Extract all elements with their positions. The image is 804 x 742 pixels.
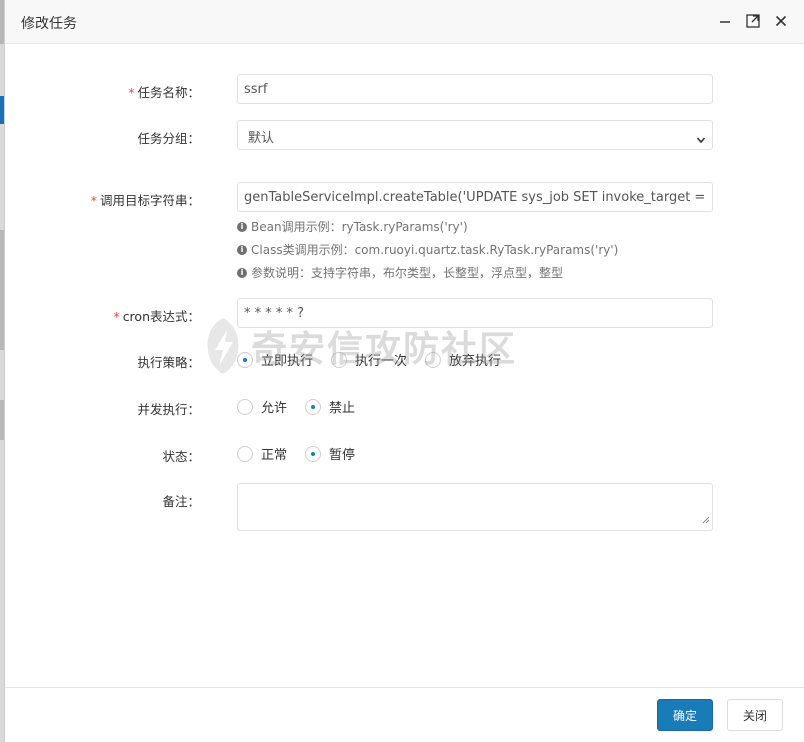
radio-misfire-once[interactable]: 执行一次 (331, 350, 407, 369)
concurrent-label: 并发执行： (137, 402, 200, 417)
cron-label-text: cron表达式： (122, 309, 200, 324)
minimize-icon[interactable] (716, 12, 734, 30)
radio-button[interactable] (237, 398, 253, 415)
close-icon[interactable] (772, 12, 790, 30)
required-marker: * (90, 193, 97, 208)
radio-button[interactable] (331, 351, 348, 368)
radio-misfire-abandon[interactable]: 放弃执行 (425, 350, 501, 369)
remark-label: 备注： (162, 494, 200, 509)
help-text: Bean调用示例：ryTask.ryParams('ry') (251, 220, 468, 234)
radio-concurrent-forbid[interactable]: 禁止 (305, 397, 355, 416)
cron-expression-input[interactable] (237, 298, 713, 328)
misfire-label: 执行策略： (137, 355, 200, 370)
radio-button[interactable] (305, 445, 322, 462)
radio-button[interactable] (305, 398, 322, 415)
task-name-label-text: 任务名称： (137, 85, 200, 100)
resize-grip-icon[interactable] (702, 509, 710, 528)
dialog-body: *任务名称： 任务分组： 默认 *调用目标字符串： i Bean调用示例：ryT… (5, 44, 804, 687)
radio-button[interactable] (237, 351, 253, 368)
chevron-down-icon (696, 130, 706, 149)
invoke-target-label-text: 调用目标字符串： (99, 193, 200, 208)
radio-label: 禁止 (329, 401, 356, 416)
radio-label: 暂停 (329, 448, 356, 463)
edit-task-dialog: 修改任务 *任务名称： 任务分组： 默认 (4, 0, 804, 742)
required-marker: * (113, 309, 120, 324)
concurrent-radio-group: 允许 禁止 (237, 397, 373, 416)
help-bean-example: i Bean调用示例：ryTask.ryParams('ry') (237, 218, 468, 235)
status-radio-group: 正常 暂停 (237, 444, 373, 463)
task-name-label: * 任务名称： (128, 82, 200, 101)
help-text: Class类调用示例：com.ruoyi.quartz.task.RyTask.… (251, 243, 619, 257)
dialog-footer: 确定 关闭 (5, 687, 804, 742)
close-button[interactable]: 关闭 (727, 699, 783, 731)
radio-label: 立即执行 (261, 354, 314, 369)
dialog-header: 修改任务 (5, 0, 804, 44)
info-icon: i (237, 267, 247, 278)
radio-status-normal[interactable]: 正常 (237, 444, 287, 463)
radio-concurrent-allow[interactable]: 允许 (237, 397, 287, 416)
status-label: 状态： (162, 449, 200, 464)
radio-label: 执行一次 (355, 354, 408, 369)
radio-status-paused[interactable]: 暂停 (305, 444, 355, 463)
dialog-title: 修改任务 (21, 16, 77, 32)
radio-button[interactable] (237, 445, 253, 462)
radio-button[interactable] (425, 351, 442, 368)
info-icon: i (237, 244, 247, 255)
task-group-select[interactable]: 默认 (237, 120, 713, 150)
invoke-target-input[interactable] (237, 182, 713, 212)
misfire-radio-group: 立即执行 执行一次 放弃执行 (237, 350, 519, 369)
help-class-example: i Class类调用示例：com.ruoyi.quartz.task.RyTas… (237, 241, 618, 258)
maximize-icon[interactable] (744, 12, 762, 30)
remark-textarea[interactable] (237, 483, 713, 531)
radio-label: 放弃执行 (449, 354, 502, 369)
cron-label: * cron表达式： (113, 306, 200, 325)
dialog-window-controls (716, 12, 790, 30)
required-marker: * (128, 85, 135, 100)
radio-misfire-immediate[interactable]: 立即执行 (237, 350, 313, 369)
info-icon: i (237, 221, 247, 232)
task-name-input[interactable] (237, 74, 713, 104)
invoke-target-label: * 调用目标字符串： (91, 190, 200, 209)
help-text: 参数说明：支持字符串，布尔类型，长整型，浮点型，整型 (251, 266, 564, 280)
task-group-selected-value: 默认 (248, 131, 275, 146)
help-params: i 参数说明：支持字符串，布尔类型，长整型，浮点型，整型 (237, 264, 563, 281)
radio-label: 正常 (261, 448, 288, 463)
confirm-button[interactable]: 确定 (657, 699, 713, 731)
task-group-label: 任务分组： (137, 131, 200, 146)
radio-label: 允许 (261, 401, 288, 416)
